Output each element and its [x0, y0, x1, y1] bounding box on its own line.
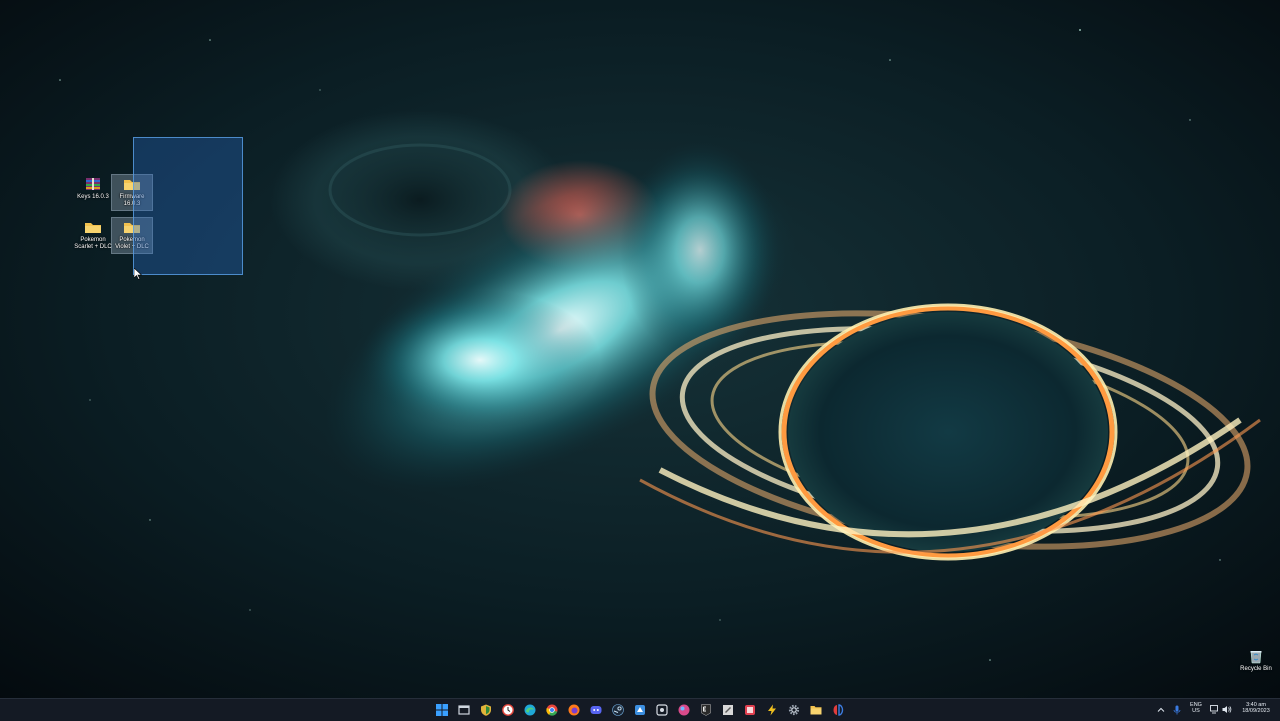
app-red-icon — [745, 705, 755, 715]
taskbar-app-edge[interactable] — [523, 703, 537, 717]
selection-rectangle — [133, 137, 243, 275]
shield-icon — [481, 704, 491, 716]
taskbar-app-chrome[interactable] — [545, 703, 559, 717]
taskbar-app-discord[interactable] — [589, 703, 603, 717]
volume-icon[interactable] — [1222, 705, 1232, 714]
taskbar-app-shield[interactable] — [479, 703, 493, 717]
chevron-up-icon[interactable] — [1157, 706, 1165, 714]
discord-icon — [590, 706, 602, 714]
clock-date: 18/09/2023 — [1242, 708, 1270, 714]
epic-games-icon — [701, 704, 711, 716]
taskbar-app-red[interactable] — [743, 703, 757, 717]
taskbar-app-settings[interactable] — [787, 703, 801, 717]
firefox-icon — [568, 704, 580, 716]
clock[interactable]: 3:40 am 18/09/2023 — [1236, 702, 1276, 714]
emulator-icon — [833, 704, 844, 716]
taskbar-app-square[interactable] — [655, 703, 669, 717]
clock-icon — [502, 704, 514, 716]
taskbar-app-firefox[interactable] — [567, 703, 581, 717]
taskbar-app-clock[interactable] — [501, 703, 515, 717]
recycle-bin-icon — [1250, 651, 1262, 664]
desktop-icon-recycle-bin[interactable]: Recycle Bin — [1238, 648, 1274, 672]
taskbar-app-steam[interactable] — [611, 703, 625, 717]
taskbar: ENG US 3:40 am 18/09/2023 — [0, 698, 1280, 721]
app-ball-icon — [678, 704, 690, 716]
winrar-archive-icon — [86, 178, 100, 190]
taskbar-app-blue[interactable] — [633, 703, 647, 717]
taskbar-app-editor[interactable] — [721, 703, 735, 717]
windows-logo-icon — [436, 704, 448, 716]
folder-icon — [810, 706, 822, 715]
taskbar-app-ball[interactable] — [677, 703, 691, 717]
taskbar-app-emulator[interactable] — [831, 703, 845, 717]
editor-icon — [723, 705, 733, 715]
keyboard-layout: US — [1192, 708, 1200, 714]
steam-icon — [612, 704, 624, 716]
app-square-icon — [656, 704, 668, 716]
app-blue-icon — [635, 705, 645, 715]
task-view-icon — [458, 705, 470, 715]
desktop-wallpaper — [0, 0, 1280, 698]
network-icon[interactable] — [1210, 705, 1220, 714]
mouse-cursor-icon — [134, 268, 142, 280]
recycle-bin-label: Recycle Bin — [1240, 666, 1272, 672]
desktop-icon-keys[interactable]: Keys 16.0.3 — [73, 175, 113, 203]
taskbar-app-epic[interactable] — [699, 703, 713, 717]
chrome-icon — [546, 704, 558, 716]
gear-icon — [788, 704, 800, 716]
tray-microphone-icon[interactable] — [1173, 705, 1181, 715]
desktop-icon-label: Pokemon Scarlet + DLC — [74, 237, 112, 250]
desktop-icon-pokemon-scarlet[interactable]: Pokemon Scarlet + DLC — [73, 218, 113, 253]
app-yellow-icon — [768, 704, 776, 716]
taskbar-app-yellow[interactable] — [765, 703, 779, 717]
taskbar-app-file-explorer[interactable] — [809, 703, 823, 717]
edge-icon — [524, 704, 536, 716]
start-button[interactable] — [435, 703, 449, 717]
task-view-button[interactable] — [457, 703, 471, 717]
language-indicator[interactable]: ENG US — [1187, 702, 1205, 714]
desktop-icon-label: Keys 16.0.3 — [77, 194, 109, 200]
folder-icon — [85, 223, 101, 233]
